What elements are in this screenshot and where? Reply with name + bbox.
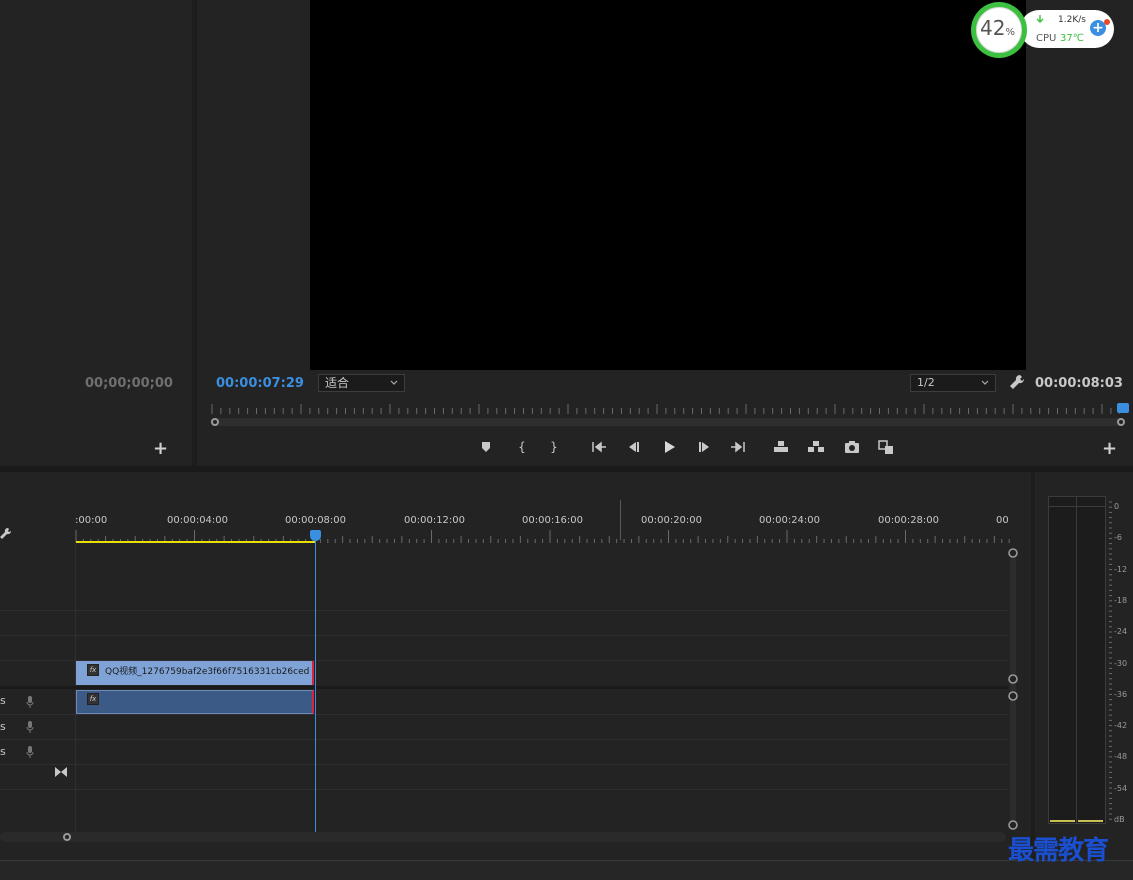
db-label: -12 xyxy=(1114,564,1128,574)
audio-level-meter xyxy=(1048,496,1106,824)
program-mini-ruler[interactable] xyxy=(210,404,1120,414)
step-forward-icon[interactable] xyxy=(695,438,713,456)
download-arrow-icon xyxy=(1036,15,1044,23)
timeline-playhead-line xyxy=(315,540,316,832)
timeline-horizontal-scrollbar[interactable] xyxy=(0,832,1006,842)
program-add-button-icon[interactable]: + xyxy=(1102,440,1117,458)
source-monitor-panel xyxy=(0,0,192,466)
program-video-frame[interactable] xyxy=(310,0,1026,370)
go-to-in-icon[interactable] xyxy=(590,438,608,456)
timeline-ruler-label: :00:00 xyxy=(75,515,108,526)
add-marker-icon[interactable] xyxy=(477,438,495,456)
timeline-ruler-label: 00:00:28:00 xyxy=(878,515,940,526)
db-label: -24 xyxy=(1114,627,1128,637)
timeline-ruler-label: 00:00:24:00 xyxy=(759,515,821,526)
program-current-timecode[interactable]: 00:00:07:29 xyxy=(216,376,304,391)
video-audio-divider[interactable] xyxy=(0,686,1008,689)
mark-out-icon[interactable]: } xyxy=(545,438,563,456)
fit-zoom-dropdown[interactable]: 适合 xyxy=(318,374,405,392)
chevron-down-icon xyxy=(981,380,989,385)
fx-badge-icon: fx xyxy=(87,664,99,676)
microphone-icon[interactable] xyxy=(26,721,34,733)
net-speed: 1.2K/s xyxy=(1058,15,1086,25)
in-out-range-bar[interactable] xyxy=(76,541,315,543)
program-scroll-start-handle[interactable] xyxy=(211,418,219,426)
timeline-ruler-label: 00:00:04:00 xyxy=(167,515,229,526)
notification-dot xyxy=(1104,19,1110,25)
cpu-percent-sign: % xyxy=(1005,27,1015,38)
db-label: dB xyxy=(1114,815,1125,824)
db-label: -30 xyxy=(1114,658,1128,668)
fx-badge-icon: fx xyxy=(87,693,99,705)
cpu-label: CPU xyxy=(1036,33,1057,44)
program-zoom-scrollbar[interactable] xyxy=(210,418,1124,426)
db-label: -18 xyxy=(1114,595,1128,605)
playback-resolution-dropdown[interactable]: 1/2 xyxy=(910,374,996,392)
source-add-button-icon[interactable]: + xyxy=(153,440,168,458)
track-separator xyxy=(0,739,1008,740)
track-separator xyxy=(0,789,1008,790)
camera-icon[interactable] xyxy=(843,438,861,456)
audio-track-label: s xyxy=(0,694,6,707)
video-clip-name: QQ视频_1276759baf2e3f66f7516331cb26ced816 xyxy=(105,667,310,677)
timeline-ruler-label: 00:00:12:00 xyxy=(404,515,466,526)
timeline-work-marker xyxy=(620,500,621,540)
cpu-percent: 42 xyxy=(980,16,1006,40)
db-label: -42 xyxy=(1114,721,1128,731)
microphone-icon[interactable] xyxy=(26,696,34,708)
db-label: -6 xyxy=(1114,533,1122,543)
timeline-hscroll-handle[interactable] xyxy=(63,833,71,841)
cpu-temp: 37℃ xyxy=(1060,33,1084,44)
audio-track-label: s xyxy=(0,720,6,733)
track-separator xyxy=(0,714,1008,715)
audio-track-label: s xyxy=(0,745,6,758)
program-playhead-marker[interactable] xyxy=(1117,403,1129,413)
playback-resolution-value: 1/2 xyxy=(917,376,935,389)
mark-in-icon[interactable]: { xyxy=(513,438,531,456)
step-back-icon[interactable] xyxy=(625,438,643,456)
timeline-ruler-label: 00 xyxy=(996,515,1009,526)
fit-zoom-value: 适合 xyxy=(325,376,350,390)
performance-widget[interactable]: 42% 1.2K/s CPU 37℃ + xyxy=(968,0,1116,62)
program-duration-timecode: 00:00:08:03 xyxy=(1035,376,1123,391)
compare-view-icon[interactable] xyxy=(877,438,895,456)
wrench-icon[interactable] xyxy=(1009,374,1025,390)
audio-clip[interactable] xyxy=(76,690,314,714)
watermark-logo: 最需教育 xyxy=(1008,836,1109,866)
track-header-divider xyxy=(75,544,76,834)
program-scroll-end-handle[interactable] xyxy=(1117,418,1125,426)
chevron-down-icon xyxy=(390,380,398,385)
db-label: -36 xyxy=(1114,689,1128,699)
timeline-ruler-label: 00:00:16:00 xyxy=(522,515,584,526)
source-timecode[interactable]: 00;00;00;00 xyxy=(85,376,173,391)
play-icon[interactable] xyxy=(660,438,678,456)
timeline-ruler-label: 00:00:08:00 xyxy=(285,515,347,526)
track-separator xyxy=(0,764,1008,765)
track-separator xyxy=(0,635,1008,636)
extract-icon[interactable] xyxy=(807,438,825,456)
go-to-out-icon[interactable] xyxy=(729,438,747,456)
timeline-ruler-label: 00:00:20:00 xyxy=(641,515,703,526)
lift-icon[interactable] xyxy=(772,438,790,456)
track-separator xyxy=(0,610,1008,611)
db-scale-ticks xyxy=(1109,501,1112,820)
timeline-playhead[interactable] xyxy=(310,530,321,541)
db-label: -54 xyxy=(1114,783,1128,793)
db-label: 0 xyxy=(1114,502,1120,511)
wrench-icon[interactable] xyxy=(0,527,12,541)
bowtie-master-icon[interactable] xyxy=(55,767,67,777)
db-label: -48 xyxy=(1114,752,1128,762)
timeline-vertical-scrollbar[interactable] xyxy=(1008,546,1018,834)
status-bar xyxy=(0,860,1133,880)
microphone-icon[interactable] xyxy=(26,746,34,758)
